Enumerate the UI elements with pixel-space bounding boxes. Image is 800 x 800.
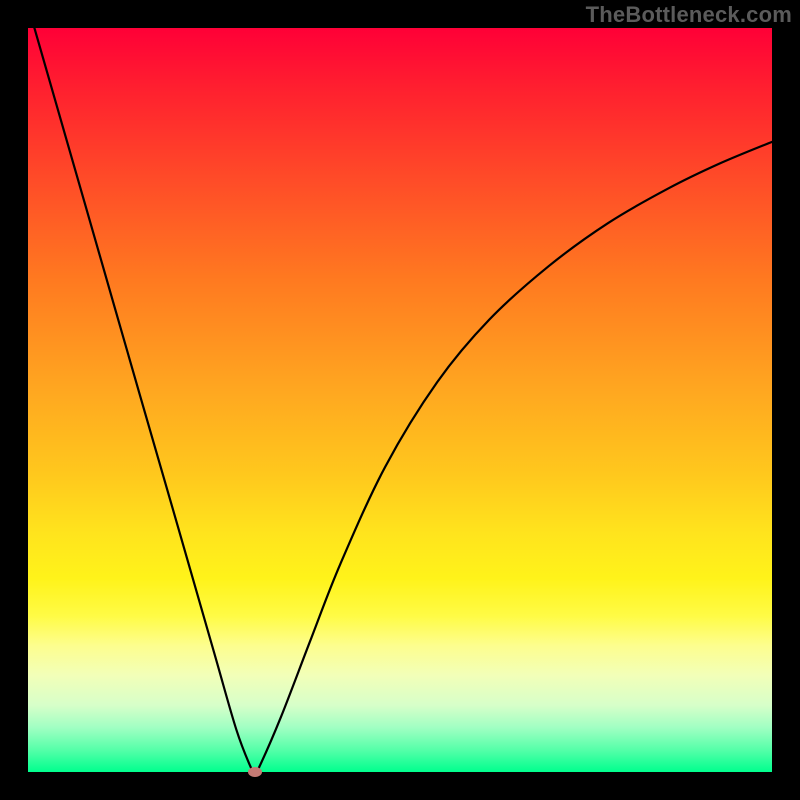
attribution-text: TheBottleneck.com [586,2,792,28]
bottleneck-curve [28,28,772,772]
chart-frame: TheBottleneck.com [0,0,800,800]
plot-area [28,28,772,772]
minimum-marker [248,767,262,777]
